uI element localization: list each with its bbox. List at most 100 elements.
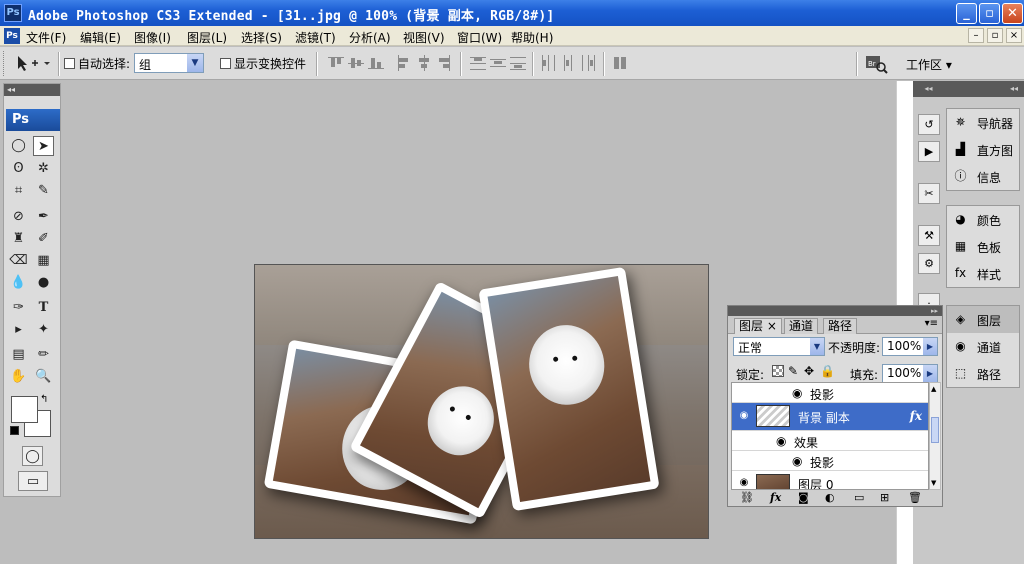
menu-layer[interactable]: 图层(L) — [187, 29, 227, 46]
distribute-bottom-icon[interactable] — [510, 55, 526, 71]
type-tool-icon[interactable]: T — [33, 298, 54, 318]
fill-input[interactable]: 100% ▶ — [882, 364, 938, 383]
dodge-tool-icon[interactable]: ● — [33, 273, 54, 293]
eye-icon[interactable]: ◉ — [737, 477, 751, 489]
distribute-top-icon[interactable] — [470, 55, 486, 71]
link-layers-icon[interactable]: ⛓ — [740, 491, 754, 504]
panel-navigator[interactable]: ✵ 导航器 — [947, 109, 1019, 136]
toolbox-logo[interactable]: Ps — [6, 109, 60, 131]
align-top-icon[interactable] — [328, 55, 344, 71]
blur-tool-icon[interactable]: 💧 — [8, 273, 29, 293]
distribute-vcenter-icon[interactable] — [490, 55, 506, 71]
distribute-right-icon[interactable] — [580, 55, 596, 71]
gradient-tool-icon[interactable]: ▦ — [33, 251, 54, 271]
menu-help[interactable]: 帮助(H) — [511, 29, 553, 46]
maximize-button[interactable]: ▫ — [979, 3, 1000, 24]
panel-layers[interactable]: ◈ 图层 — [947, 306, 1019, 333]
photoshop-app-icon[interactable]: Ps — [4, 4, 22, 22]
panel-info[interactable]: ⓘ 信息 — [947, 163, 1019, 190]
document-icon[interactable]: Ps — [4, 28, 20, 44]
fx-icon[interactable]: fx — [910, 409, 922, 423]
lasso-tool-icon[interactable]: ʘ — [8, 159, 29, 179]
new-layer-icon[interactable]: ⊞ — [880, 491, 889, 504]
menu-select[interactable]: 选择(S) — [241, 29, 282, 46]
brush-tool-icon[interactable]: ✒ — [33, 207, 54, 227]
quick-mask-icon[interactable]: ◯ — [22, 446, 43, 466]
tool-presets-icon[interactable]: ✂ — [918, 183, 940, 204]
tool-preset-picker[interactable] — [12, 53, 54, 75]
opacity-input[interactable]: 100% ▶ — [882, 337, 938, 356]
toolbox-header[interactable]: ◂◂ — [4, 84, 60, 96]
doc-restore-button[interactable]: ▫ — [987, 28, 1003, 43]
hand-tool-icon[interactable]: ✋ — [8, 367, 29, 387]
layers-panel-collapse[interactable]: ▸▸ — [728, 306, 942, 316]
menu-filter[interactable]: 滤镜(T) — [295, 29, 336, 46]
doc-minimize-button[interactable]: – — [968, 28, 984, 43]
foreground-color-swatch[interactable] — [11, 396, 38, 423]
panel-histogram[interactable]: ▟ 直方图 — [947, 136, 1019, 163]
slice-tool-icon[interactable]: ✎ — [33, 181, 54, 201]
healing-brush-tool-icon[interactable]: ⊘ — [8, 207, 29, 227]
delete-layer-icon[interactable]: 🗑 — [908, 491, 922, 504]
align-hcenter-icon[interactable] — [416, 55, 432, 71]
lock-all-icon[interactable]: 🔒 — [820, 364, 835, 378]
doc-close-button[interactable]: × — [1006, 28, 1022, 43]
swap-colors-icon[interactable]: ↰ — [40, 394, 48, 405]
tab-layers[interactable]: 图层 × — [734, 318, 782, 334]
layer-effect-row[interactable]: ◉ 投影 — [732, 451, 928, 471]
distribute-left-icon[interactable] — [540, 55, 556, 71]
dock-collapse-button[interactable]: ◂◂ — [913, 81, 944, 97]
panel-channels[interactable]: ◉ 通道 — [947, 333, 1019, 360]
align-right-icon[interactable] — [436, 55, 452, 71]
tab-channels[interactable]: 通道 — [784, 318, 819, 334]
magic-wand-tool-icon[interactable]: ✲ — [33, 159, 54, 179]
panel-paths[interactable]: ⬚ 路径 — [947, 360, 1019, 387]
panel-color[interactable]: ◕ 颜色 — [947, 206, 1019, 233]
layer-effect-row[interactable]: ◉ 投影 — [732, 383, 928, 403]
history-brush-tool-icon[interactable]: ✐ — [33, 229, 54, 249]
marquee-tool-icon[interactable]: ◯ — [8, 136, 29, 156]
default-colors-icon[interactable] — [10, 426, 19, 435]
workspace-button[interactable]: 工作区 ▾ — [898, 53, 962, 75]
lock-transparency-icon[interactable] — [772, 365, 784, 377]
align-bottom-icon[interactable] — [368, 55, 384, 71]
notes-tool-icon[interactable]: ▤ — [8, 345, 29, 365]
pen-tool-icon[interactable]: ✑ — [8, 298, 29, 318]
align-vcenter-icon[interactable] — [348, 55, 364, 71]
auto-select-checkbox[interactable] — [64, 58, 75, 69]
eye-icon[interactable]: ◉ — [776, 434, 786, 448]
zoom-tool-icon[interactable]: 🔍 — [33, 367, 54, 387]
eye-icon[interactable]: ◉ — [792, 386, 802, 400]
bridge-icon[interactable]: Br — [864, 53, 888, 75]
clone-stamp-tool-icon[interactable]: ♜ — [8, 229, 29, 249]
show-transform-checkbox[interactable] — [220, 58, 231, 69]
menu-edit[interactable]: 编辑(E) — [80, 29, 121, 46]
clone-source-icon[interactable]: ⚙ — [918, 253, 940, 274]
panel-menu-icon[interactable]: ▾≡ — [925, 318, 938, 329]
blend-mode-dropdown[interactable]: 正常 ▼ — [733, 337, 825, 356]
tab-paths[interactable]: 路径 — [823, 318, 858, 334]
history-icon[interactable]: ↺ — [918, 114, 940, 135]
add-style-icon[interactable]: fx — [770, 491, 781, 504]
lock-pixels-icon[interactable]: ✎ — [788, 364, 798, 378]
auto-align-layers-icon[interactable] — [612, 55, 628, 71]
menu-view[interactable]: 视图(V) — [403, 29, 445, 46]
move-tool-icon[interactable]: ➤ — [33, 136, 54, 156]
panel-styles[interactable]: fx 样式 — [947, 260, 1019, 287]
options-gripper[interactable] — [3, 51, 6, 76]
align-left-icon[interactable] — [396, 55, 412, 71]
auto-select-dropdown[interactable]: 组 ▼ — [134, 53, 204, 73]
eyedropper-tool-icon[interactable]: ✏ — [33, 345, 54, 365]
eye-icon[interactable]: ◉ — [792, 454, 802, 468]
menu-image[interactable]: 图像(I) — [134, 29, 171, 46]
add-mask-icon[interactable]: ◙ — [798, 491, 809, 504]
custom-shape-tool-icon[interactable]: ✦ — [33, 320, 54, 340]
lock-position-icon[interactable]: ✥ — [804, 364, 814, 378]
document-image[interactable] — [254, 264, 709, 539]
eye-icon[interactable]: ◉ — [737, 410, 751, 422]
layer-row-background-copy[interactable]: ◉ 背景 副本 fx — [732, 403, 928, 431]
crop-tool-icon[interactable]: ⌗ — [8, 181, 29, 201]
menu-window[interactable]: 窗口(W) — [457, 29, 502, 46]
new-group-icon[interactable]: ▭ — [854, 491, 864, 504]
minimize-button[interactable]: _ — [956, 3, 977, 24]
